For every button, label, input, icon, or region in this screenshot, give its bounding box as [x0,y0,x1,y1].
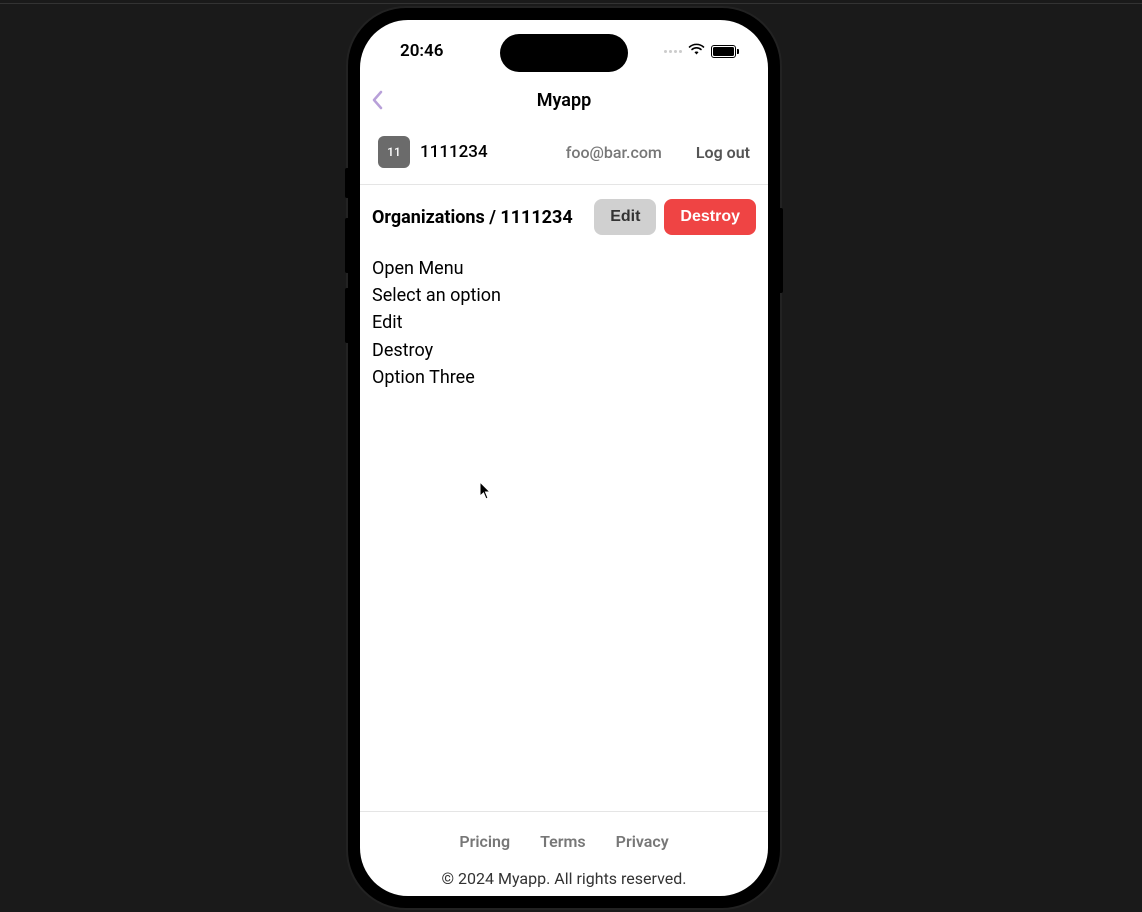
menu-item-option-three[interactable]: Option Three [372,364,756,391]
footer-copyright: © 2024 Myapp. All rights reserved. [360,869,768,888]
nav-header: Myapp [360,78,768,122]
user-name: 1111234 [420,142,488,162]
phone-volume-down [345,288,348,343]
logout-link[interactable]: Log out [696,143,750,162]
wifi-icon [688,42,705,60]
footer: Pricing Terms Privacy © 2024 Myapp. All … [360,811,768,896]
phone-power-button [780,208,783,293]
menu-item-edit[interactable]: Edit [372,309,756,336]
footer-link-privacy[interactable]: Privacy [616,832,669,851]
footer-links: Pricing Terms Privacy [360,832,768,851]
phone-screen: 20:46 [360,20,768,896]
footer-link-pricing[interactable]: Pricing [459,832,510,851]
user-bar: 11 1111234 foo@bar.com Log out [360,122,768,185]
edit-button[interactable]: Edit [594,199,656,235]
browser-top-bar [0,0,1142,4]
status-time: 20:46 [400,41,443,61]
avatar[interactable]: 11 [378,136,410,168]
breadcrumb: Organizations / 1111234 [372,207,586,228]
back-button[interactable] [366,88,390,112]
cellular-icon [664,50,682,53]
phone-volume-up [345,218,348,273]
nav-title: Myapp [537,90,591,111]
content-header: Organizations / 1111234 Edit Destroy [360,185,768,249]
menu-item-open-menu[interactable]: Open Menu [372,255,756,282]
dynamic-island [500,34,628,72]
phone-frame: 20:46 [348,8,780,908]
battery-icon [711,45,736,58]
footer-link-terms[interactable]: Terms [540,832,586,851]
menu-item-destroy[interactable]: Destroy [372,337,756,364]
menu-list: Open Menu Select an option Edit Destroy … [360,249,768,397]
user-email: foo@bar.com [566,143,662,162]
status-icons [664,42,736,60]
phone-silence-switch [345,168,348,198]
destroy-button[interactable]: Destroy [664,199,756,235]
menu-item-select-option[interactable]: Select an option [372,282,756,309]
